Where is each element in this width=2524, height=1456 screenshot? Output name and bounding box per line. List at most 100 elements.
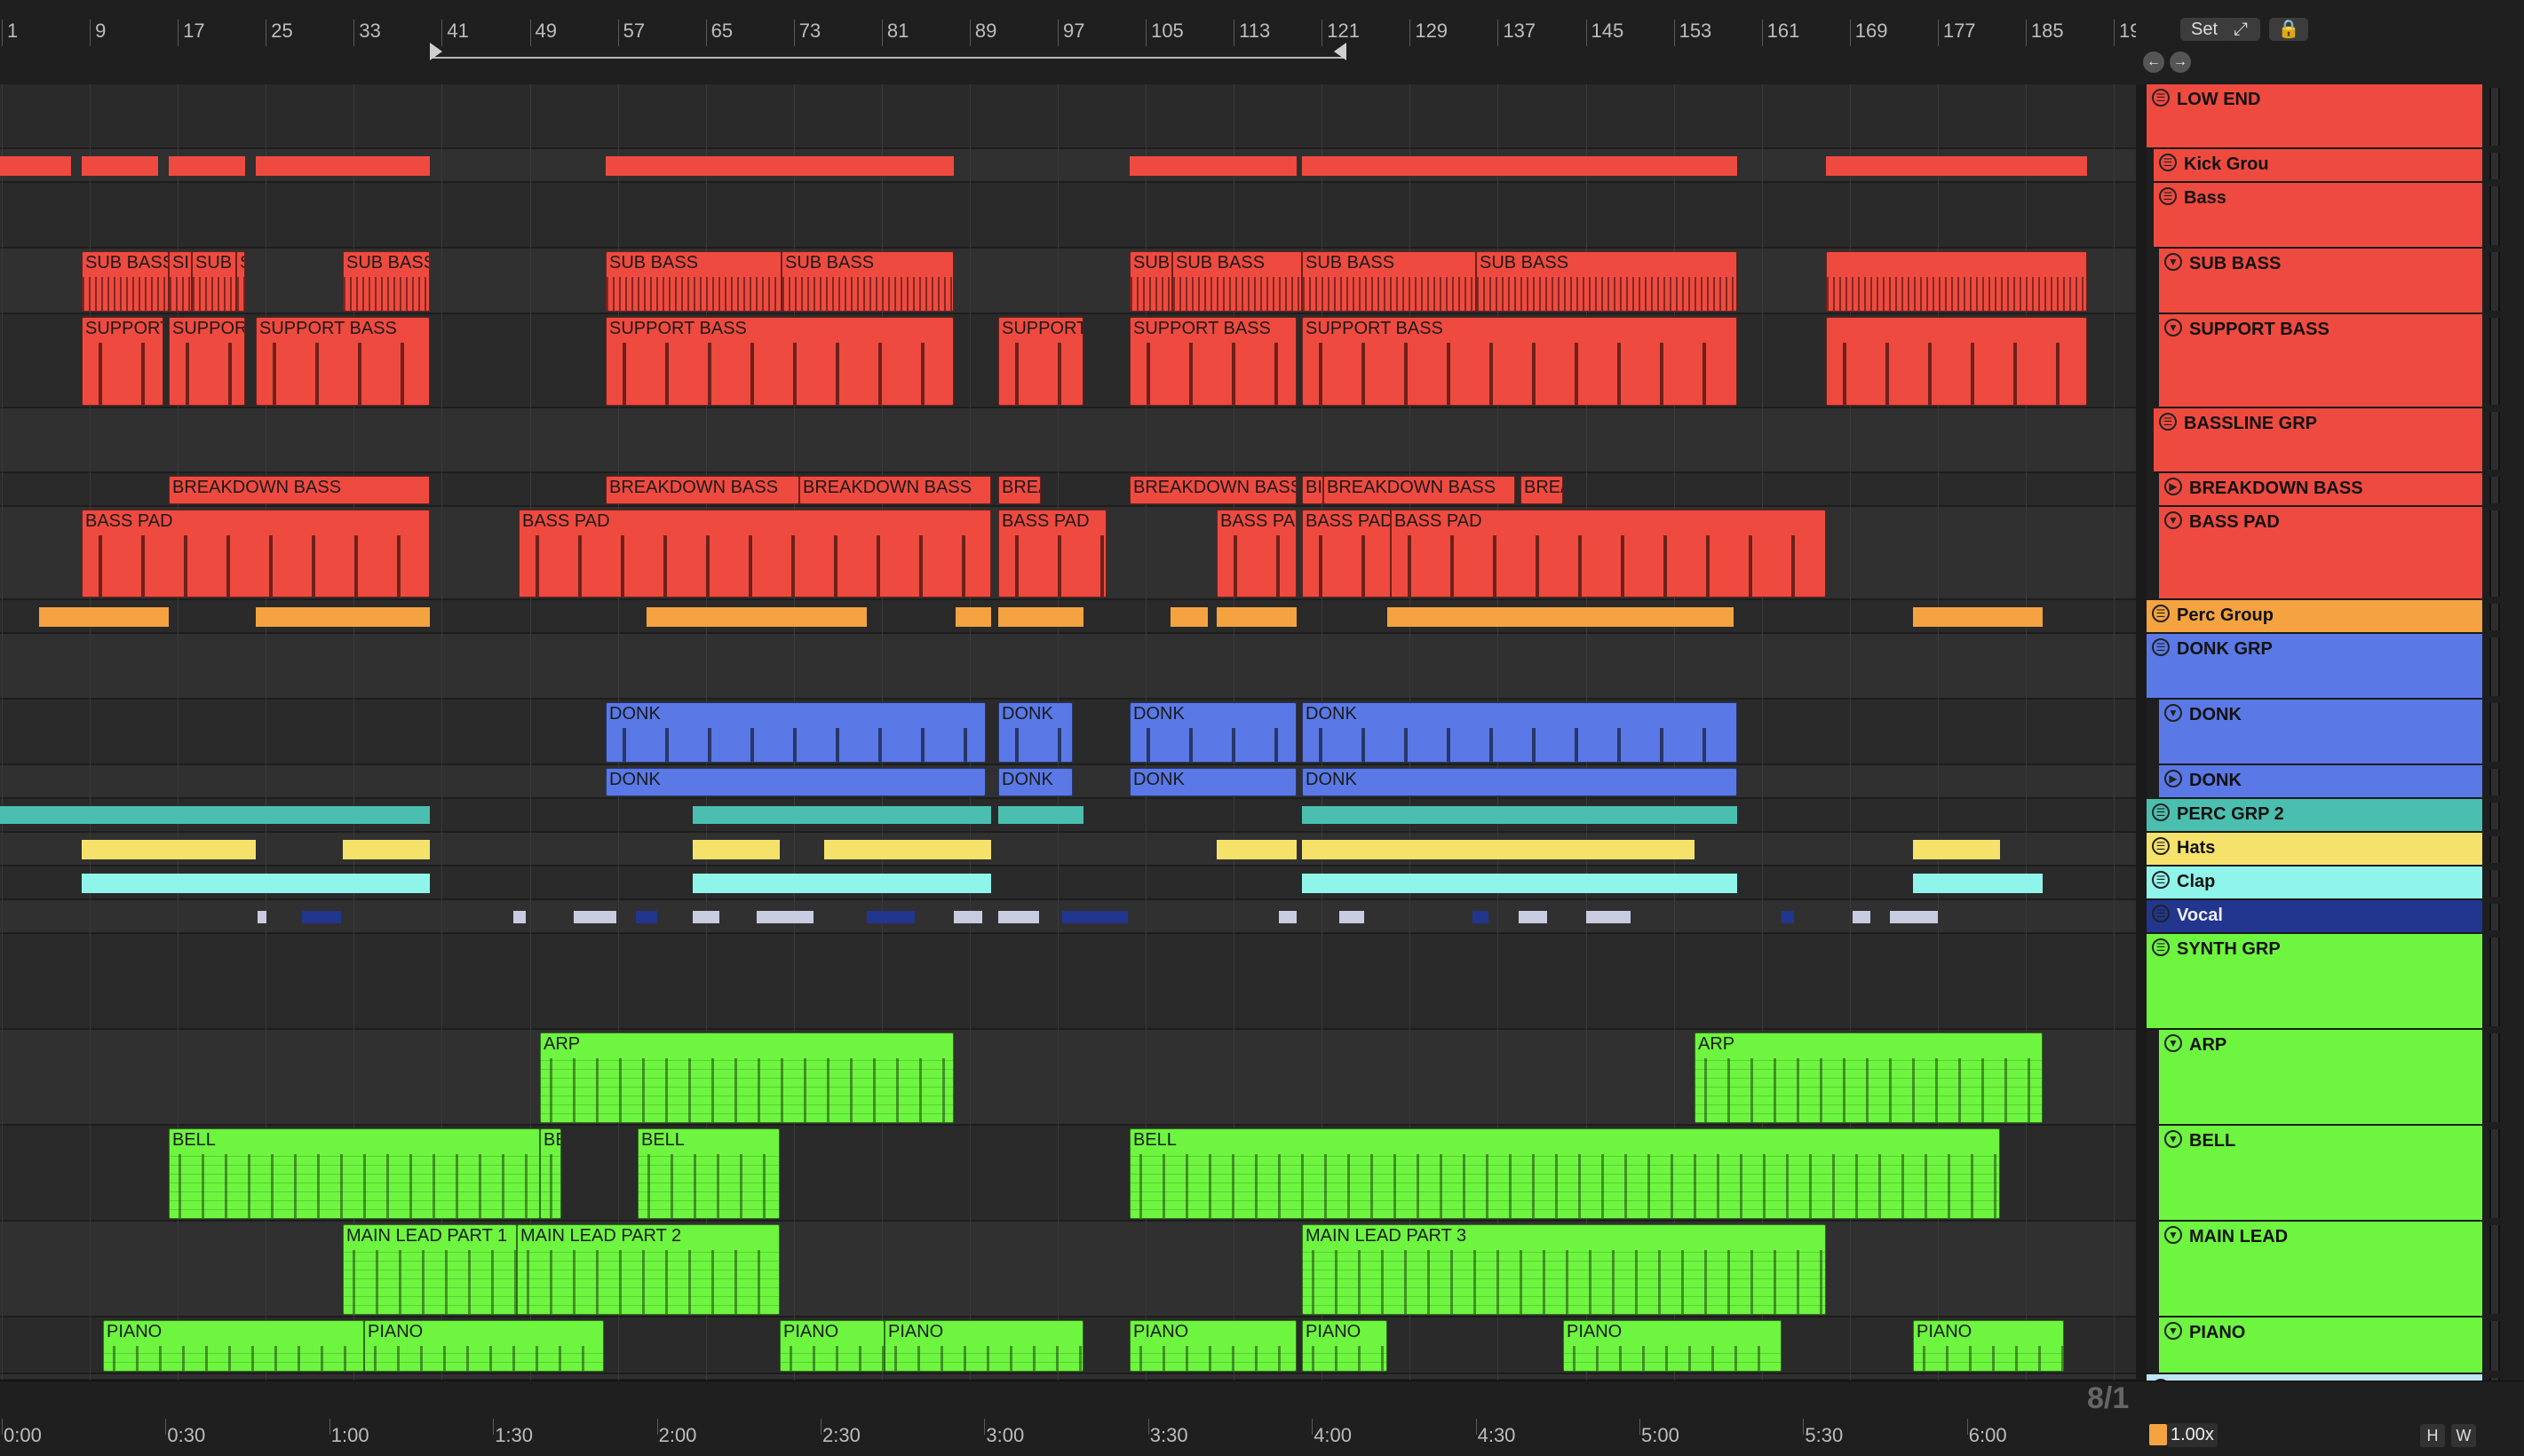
group-icon[interactable]: ☰: [2152, 605, 2170, 622]
track-name[interactable]: BASS PAD: [2189, 512, 2280, 533]
track-lane[interactable]: [0, 84, 2136, 149]
track-header[interactable]: ▶ BREAKDOWN BASS: [2159, 473, 2482, 507]
group-icon[interactable]: ☰: [2152, 638, 2170, 656]
clip[interactable]: SUPPORT BASS: [1130, 317, 1297, 406]
track-header[interactable]: ☰ SYNTH GRP: [2147, 934, 2482, 1030]
clip-stripe[interactable]: [1062, 911, 1128, 923]
clip[interactable]: PIANO: [780, 1320, 885, 1372]
lock-icon[interactable]: 🔒: [2269, 18, 2308, 41]
clip-stripe[interactable]: [256, 607, 430, 627]
zoom-level[interactable]: 1.00x: [2167, 1423, 2218, 1447]
clip-stripe[interactable]: [647, 607, 780, 627]
clip[interactable]: SI: [169, 251, 192, 312]
track-lane[interactable]: [0, 934, 2136, 1030]
clip[interactable]: BELL: [169, 1128, 540, 1219]
arrow-right-icon[interactable]: →: [2170, 51, 2191, 73]
track-lane[interactable]: [0, 833, 2136, 866]
track-header[interactable]: ▼ DONK: [2159, 700, 2482, 765]
group-icon[interactable]: ☰: [2152, 938, 2170, 956]
track-name[interactable]: Hats: [2177, 838, 2215, 859]
clip[interactable]: PIANO: [1913, 1320, 2064, 1372]
track-header[interactable]: ☰ Clap: [2147, 866, 2482, 900]
clip[interactable]: SUB BASS: [606, 251, 782, 312]
clip[interactable]: BASS PAD: [1302, 510, 1391, 597]
fold-down-icon[interactable]: ▼: [2164, 1130, 2182, 1148]
clip-stripe[interactable]: [998, 911, 1039, 923]
track-header[interactable]: ☰ PERC GRP 2: [2147, 799, 2482, 833]
clip[interactable]: [1826, 317, 2087, 406]
group-icon[interactable]: ☰: [2152, 837, 2170, 855]
clip[interactable]: SUB: [1130, 251, 1172, 312]
clip[interactable]: BASS PAD: [82, 510, 430, 597]
clip-stripe[interactable]: [82, 156, 158, 176]
track-name[interactable]: BELL: [2189, 1131, 2235, 1151]
track-header[interactable]: ▼ MAIN LEAD: [2159, 1222, 2482, 1318]
clip[interactable]: PIANO: [1130, 1320, 1297, 1372]
clip[interactable]: DONK: [1130, 702, 1297, 763]
clip-stripe[interactable]: [1302, 156, 1737, 176]
group-icon[interactable]: ☰: [2152, 871, 2170, 889]
track-name[interactable]: DONK: [2189, 705, 2242, 725]
clip-stripe[interactable]: [606, 156, 954, 176]
clip[interactable]: BASS PAD: [998, 510, 1107, 597]
clip[interactable]: BREAKDOWN BASS: [1323, 476, 1515, 504]
clip-stripe[interactable]: [1913, 874, 2043, 893]
clip[interactable]: SUB BASS: [343, 251, 430, 312]
clip-stripe[interactable]: [169, 156, 245, 176]
clip-stripe[interactable]: [693, 806, 991, 824]
clip[interactable]: SUPPORT BASS: [606, 317, 954, 406]
expand-arrows-icon[interactable]: ⤢: [2221, 18, 2260, 41]
clip-stripe[interactable]: [256, 156, 430, 176]
clip-stripe[interactable]: [867, 911, 915, 923]
track-header[interactable]: ▼ PIANO: [2159, 1318, 2482, 1374]
track-header[interactable]: ☰ LOW END: [2147, 84, 2482, 149]
clip[interactable]: MAIN LEAD PART 3: [1302, 1224, 1826, 1315]
clip-stripe[interactable]: [1339, 911, 1364, 923]
clip-stripe[interactable]: [39, 607, 169, 627]
track-lane[interactable]: [0, 408, 2136, 473]
clip[interactable]: SUB: [192, 251, 236, 312]
clip-stripe[interactable]: [1217, 840, 1297, 859]
clip[interactable]: BREAKDOWN BASS: [1130, 476, 1297, 504]
clip[interactable]: BRE/: [1520, 476, 1563, 504]
group-icon[interactable]: ☰: [2152, 89, 2170, 107]
clip-stripe[interactable]: [574, 911, 616, 923]
bar-ruler[interactable]: 1 9 17 25 33 41 49 57 65 73 81 89 97 105 113 121 129 137 1…: [0, 0, 2152, 85]
clip-stripe[interactable]: [693, 911, 719, 923]
track-header[interactable]: ☰ Perc Group: [2147, 600, 2482, 634]
clip[interactable]: DONK: [998, 702, 1073, 763]
track-header[interactable]: ☰ DONK GRP: [2147, 634, 2482, 700]
clip-stripe[interactable]: [1387, 607, 1734, 627]
clip[interactable]: PIANO: [364, 1320, 604, 1372]
clip-stripe[interactable]: [258, 911, 266, 923]
clip-stripe[interactable]: [998, 607, 1083, 627]
clip[interactable]: [1826, 251, 2087, 312]
clip[interactable]: DONK: [606, 702, 986, 763]
clip-stripe[interactable]: [956, 607, 991, 627]
splitter[interactable]: [2136, 84, 2147, 1381]
loop-end-flag[interactable]: [1334, 43, 1346, 60]
clip[interactable]: PIANO: [103, 1320, 364, 1372]
clip[interactable]: DONK: [606, 768, 986, 796]
arrow-left-icon[interactable]: ←: [2143, 51, 2164, 73]
clip[interactable]: MAIN LEAD PART 1: [343, 1224, 517, 1315]
track-name[interactable]: SUB BASS: [2189, 254, 2281, 274]
clip[interactable]: SUPPORT BASS: [1302, 317, 1737, 406]
clip[interactable]: DONK: [998, 768, 1073, 796]
clip[interactable]: S: [236, 251, 245, 312]
clip-stripe[interactable]: [1826, 156, 2087, 176]
track-name[interactable]: SUPPORT BASS: [2189, 320, 2330, 340]
track-name[interactable]: ARP: [2189, 1035, 2226, 1056]
play-icon[interactable]: ▶: [2164, 770, 2182, 787]
track-name[interactable]: DONK: [2189, 771, 2242, 791]
clip-stripe[interactable]: [1279, 911, 1297, 923]
clip-stripe[interactable]: [636, 911, 657, 923]
clip-stripe[interactable]: [693, 874, 991, 893]
track-header[interactable]: ☰ Vocal: [2147, 900, 2482, 934]
fold-down-icon[interactable]: ▼: [2164, 511, 2182, 529]
clip[interactable]: SUB BASS: [82, 251, 169, 312]
track-name[interactable]: Kick Grou: [2184, 154, 2269, 175]
track-name[interactable]: BASSLINE GRP: [2184, 414, 2317, 434]
clip[interactable]: SUB BASS: [1476, 251, 1737, 312]
h-button[interactable]: H: [2420, 1424, 2445, 1447]
